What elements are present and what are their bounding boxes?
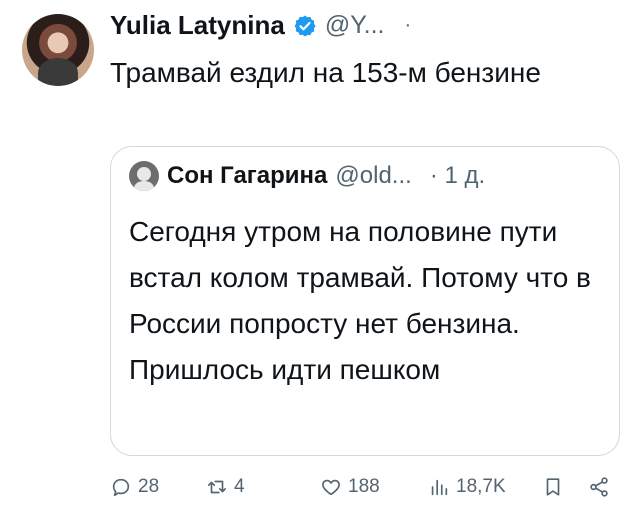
tweet-header: Yulia Latynina @Y... · bbox=[110, 10, 411, 41]
views-icon bbox=[431, 479, 448, 496]
quoted-tweet[interactable]: Сон Гагарина @old... · 1 д. Сегодня утро… bbox=[110, 146, 620, 456]
quoted-author-avatar[interactable] bbox=[129, 161, 159, 191]
share-icon bbox=[590, 477, 608, 497]
reply-icon bbox=[112, 478, 130, 497]
like-icon bbox=[322, 479, 340, 496]
reply-count: 28 bbox=[138, 476, 160, 497]
verified-badge-icon bbox=[293, 14, 317, 38]
retweet-count: 4 bbox=[234, 476, 245, 497]
tweet-text: Трамвай ездил на 153-м бензине bbox=[110, 57, 541, 88]
quoted-author-handle[interactable]: @old... bbox=[335, 162, 411, 190]
bookmark-button[interactable] bbox=[542, 476, 564, 498]
retweet-icon bbox=[207, 480, 227, 494]
quoted-tweet-text: Сегодня утром на половине пути встал кол… bbox=[129, 216, 591, 385]
like-button[interactable]: 188 bbox=[320, 476, 380, 498]
author-handle[interactable]: @Y... bbox=[325, 11, 385, 40]
bookmark-icon bbox=[546, 478, 560, 496]
reply-button[interactable]: 28 bbox=[110, 476, 159, 498]
retweet-button[interactable]: 4 bbox=[206, 476, 245, 498]
views-button[interactable]: 18,7K bbox=[428, 476, 506, 498]
author-avatar[interactable] bbox=[22, 14, 94, 86]
quoted-author-name[interactable]: Сон Гагарина bbox=[167, 162, 327, 190]
separator-dot: · bbox=[404, 14, 412, 36]
views-count: 18,7K bbox=[456, 476, 506, 497]
tweet-actions-bar: 28 4 188 18,7K bbox=[110, 476, 630, 502]
quoted-tweet-header: Сон Гагарина @old... · 1 д. bbox=[129, 161, 485, 191]
share-button[interactable] bbox=[588, 476, 610, 498]
like-count: 188 bbox=[348, 476, 380, 497]
quoted-tweet-time[interactable]: · 1 д. bbox=[430, 162, 485, 190]
author-name[interactable]: Yulia Latynina bbox=[110, 10, 285, 41]
